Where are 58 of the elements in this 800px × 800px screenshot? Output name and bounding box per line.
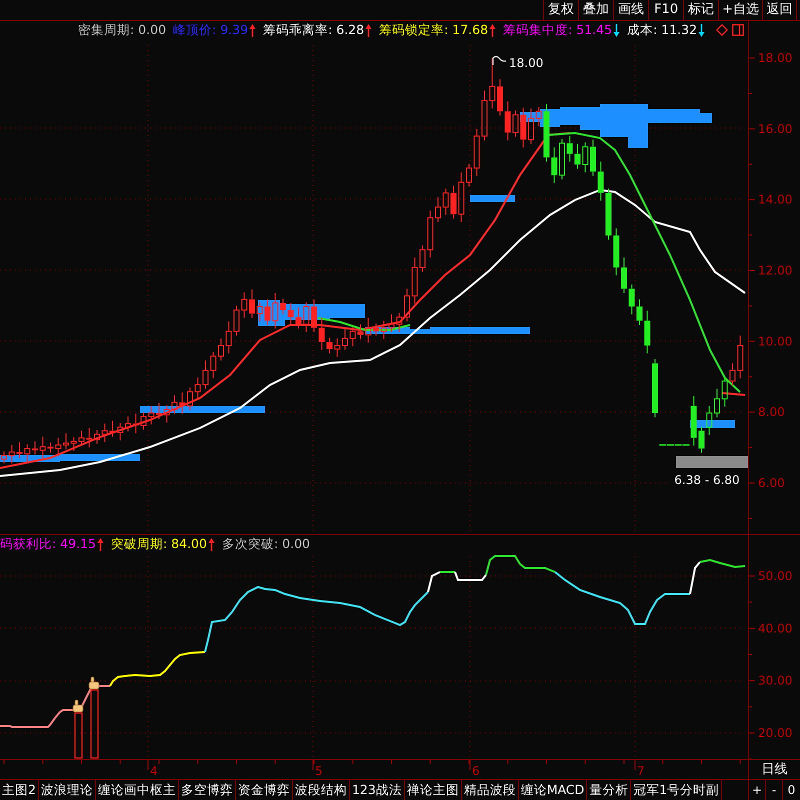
zoom-button[interactable]: + (749, 780, 766, 800)
price-axis-label: 8.00 (758, 405, 785, 420)
signal-bar (74, 712, 83, 759)
price-axis-label: 6.00 (758, 476, 785, 490)
indicator-value: 多次突破: 0.00 (222, 538, 310, 550)
indicator-tab[interactable]: 缠论画中枢主 (96, 780, 179, 800)
indicator-tab[interactable]: 资金博弈 (236, 780, 293, 800)
indicator-tab[interactable]: 波浪理论 (38, 780, 96, 800)
toolbar-button[interactable]: 复权 (543, 0, 578, 20)
toolbar-button[interactable]: 叠加 (578, 0, 614, 20)
month-label: 7 (637, 764, 645, 778)
price-axis-label: 18.00 (758, 51, 792, 65)
peak-price-label: 18.00 (509, 56, 544, 70)
period-label: 日线 (762, 763, 788, 776)
indicator-tab[interactable]: 冠军1号分时副 (631, 780, 722, 800)
indicator-tab[interactable]: 主图2 (0, 780, 39, 800)
indicator-tab[interactable]: 缠论MACD (518, 780, 588, 800)
pointing-hand-icon (88, 676, 100, 690)
indicator-value: 筹码乖离率: 6.28 (263, 24, 364, 36)
price-axis-label: 16.00 (758, 122, 792, 136)
window-icon[interactable] (732, 24, 744, 36)
price-range-bar (676, 456, 748, 468)
indicator-tab[interactable]: 波段结构 (292, 780, 350, 800)
zoom-button[interactable]: 0 (783, 780, 800, 800)
indicator-tab[interactable]: 量分析 (587, 780, 632, 800)
indicator-value: 筹码锁定率: 17.68 (379, 24, 488, 36)
signal-bar (90, 689, 99, 759)
price-axis-label: 12.00 (758, 264, 792, 278)
indicator-tab[interactable]: 多空博弈 (178, 780, 236, 800)
toolbar-button[interactable]: 标记 (683, 0, 718, 20)
ratio-axis-label: 20.00 (758, 726, 792, 740)
price-axis-label: 10.00 (758, 334, 792, 348)
indicator-value: 筹码集中度: 51.45 (503, 24, 612, 36)
toolbar-button[interactable]: 画线 (613, 0, 648, 20)
diamond-icon[interactable] (716, 24, 728, 36)
indicator-tab[interactable]: 123战法 (350, 780, 405, 800)
month-label: 6 (472, 764, 480, 778)
toolbar-button[interactable]: 返回 (762, 0, 797, 20)
indicator-value: 峰顶价: 9.39 (173, 24, 248, 36)
price-axis-label: 14.00 (758, 192, 792, 207)
toolbar-button[interactable]: F10 (648, 0, 684, 20)
peak-marker-icon (492, 56, 506, 65)
indicator-tab[interactable]: 精品波段 (462, 780, 519, 800)
indicator-tab[interactable]: 禅论主图 (404, 780, 462, 800)
month-label: 4 (150, 764, 158, 778)
indicator-value: 突破周期: 84.00 (110, 538, 207, 550)
ratio-axis-label: 30.00 (758, 674, 792, 688)
ratio-axis-label: 50.00 (758, 569, 792, 583)
price-range-label: 6.38 - 6.80 (674, 473, 740, 487)
zoom-button[interactable]: - (766, 780, 783, 800)
indicator-value: 密集周期: 0.00 (78, 24, 166, 36)
chip-band (470, 195, 515, 202)
pointing-hand-icon (72, 700, 84, 712)
month-label: 5 (315, 764, 323, 778)
toolbar-button[interactable]: +自选 (718, 0, 762, 20)
indicator-value: 成本: 11.32 (627, 24, 698, 36)
indicator-value: 码获利比: 49.15 (0, 538, 96, 550)
ratio-axis-label: 40.00 (758, 621, 792, 636)
